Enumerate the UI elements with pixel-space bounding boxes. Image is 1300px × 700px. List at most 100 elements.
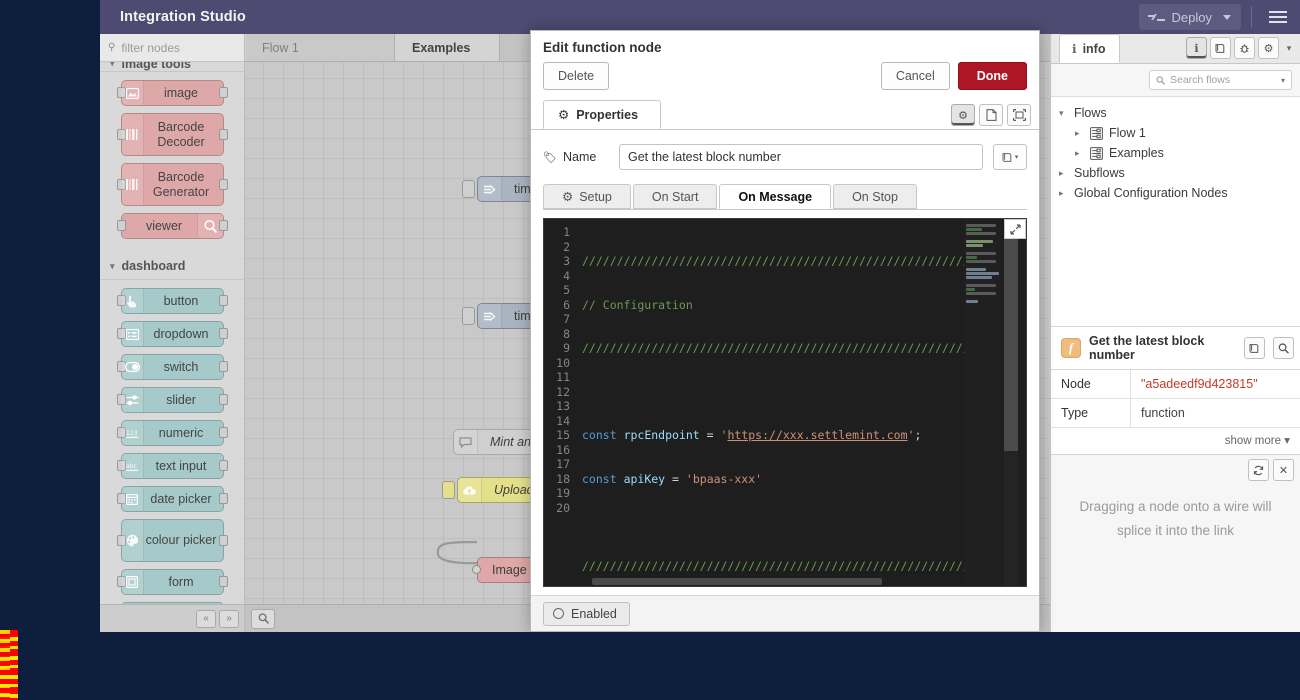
code-tab-on-message[interactable]: On Message (719, 184, 831, 209)
chevron-down-icon[interactable]: ▾ (1282, 43, 1296, 54)
search-icon (1156, 76, 1165, 85)
tree-item-label: Flow 1 (1109, 126, 1146, 140)
inject-arrow-icon (478, 177, 502, 201)
palette-node-date-picker[interactable]: date picker (121, 486, 224, 512)
show-more-button[interactable]: show more ▾ (1051, 428, 1300, 454)
search-icon[interactable] (1273, 337, 1294, 359)
palette-node-slider[interactable]: slider (121, 387, 224, 413)
tree-item-subflows[interactable]: ▸ Subflows (1051, 163, 1300, 183)
deploy-button[interactable]: Deploy (1139, 4, 1241, 30)
search-icon[interactable] (251, 609, 275, 629)
gear-icon[interactable]: ⚙ (1258, 37, 1279, 59)
node-info-title: Get the latest block number (1089, 334, 1236, 362)
done-button[interactable]: Done (958, 62, 1027, 90)
tips-line-1: Dragging a node onto a wire will (1073, 495, 1278, 519)
hamburger-menu-icon[interactable] (1256, 0, 1300, 34)
tips-line-2: splice it into the link (1073, 519, 1278, 543)
palette-node-barcode-decoder[interactable]: Barcode Decoder (121, 113, 224, 156)
document-icon[interactable] (979, 104, 1003, 126)
info-sidebar: ℹ info ℹ ⚙ ▾ (1050, 34, 1300, 632)
palette-node-label: form (147, 575, 198, 589)
gear-icon[interactable]: ⚙ (951, 104, 975, 126)
palette-node-barcode-generator[interactable]: Barcode Generator (121, 163, 224, 206)
tree-item-label: Subflows (1074, 166, 1125, 180)
chevron-right-icon[interactable]: ▸ (1075, 148, 1084, 159)
palette-category-dashboard[interactable]: ▾ dashboard (100, 252, 244, 280)
delete-button[interactable]: Delete (543, 62, 609, 90)
expand-node-icon[interactable] (1007, 104, 1031, 126)
palette-node-viewer[interactable]: viewer (121, 213, 224, 239)
flow-tab-examples[interactable]: Examples (395, 34, 500, 61)
search-flows-input[interactable]: Search flows ▾ (1149, 70, 1292, 90)
barcode-icon (122, 114, 144, 155)
chevrons-down-icon[interactable]: » (219, 610, 239, 628)
bug-icon[interactable] (1234, 37, 1255, 59)
palette-footer: « » (100, 604, 244, 632)
property-value: "a5adeedf9d423815" (1131, 370, 1300, 398)
flow-tab-flow-1[interactable]: Flow 1 (245, 34, 395, 61)
tab-properties[interactable]: ⚙ Properties (543, 100, 661, 129)
editor-hscroll-thumb[interactable] (592, 578, 882, 585)
code-tab-label: On Message (738, 190, 812, 204)
close-icon[interactable]: ✕ (1273, 459, 1294, 481)
chevron-down-icon[interactable]: ▾ (1059, 108, 1068, 119)
header-divider (1251, 6, 1252, 28)
expand-icon[interactable] (1004, 219, 1026, 239)
tree-item-flow-1[interactable]: ▸ Flow 1 (1051, 123, 1300, 143)
node-input-port[interactable] (472, 565, 481, 574)
numeric-icon: 123 (122, 421, 144, 445)
tab-info[interactable]: ℹ info (1059, 34, 1120, 63)
palette-node-form[interactable]: form (121, 569, 224, 595)
editor-minimap[interactable] (964, 219, 1002, 586)
chevrons-up-icon[interactable]: « (196, 610, 216, 628)
palette-node-label: image (142, 86, 202, 100)
node-output-port (219, 427, 228, 438)
name-history-button[interactable]: ▾ (993, 144, 1027, 170)
chevron-right-icon[interactable]: ▸ (1075, 128, 1084, 139)
code-tab-on-start[interactable]: On Start (633, 184, 718, 209)
code-editor[interactable]: 12345678910 11121314151617181920 ///////… (543, 218, 1027, 587)
palette-node-dropdown[interactable]: dropdown (121, 321, 224, 347)
code-tab-on-stop[interactable]: On Stop (833, 184, 917, 209)
book-icon[interactable] (1210, 37, 1231, 59)
flow-tree: ▾ Flows ▸ Flow 1 ▸ (1051, 96, 1300, 326)
book-icon[interactable] (1244, 337, 1265, 359)
palette-node-button[interactable]: button (121, 288, 224, 314)
editor-code-area[interactable]: ////////////////////////////////////////… (582, 219, 964, 586)
palette-category-label: dashboard (122, 259, 186, 273)
palette-filter[interactable]: ⚲ filter nodes (100, 34, 244, 62)
chevron-down-icon[interactable] (1223, 15, 1231, 20)
enabled-toggle[interactable]: Enabled (543, 602, 630, 626)
chevron-right-icon[interactable]: ▸ (1059, 168, 1068, 179)
flow-tab-label: Examples (412, 41, 470, 55)
property-value: function (1131, 399, 1300, 427)
palette-scroll-area[interactable]: ▾ image tools image (100, 62, 244, 604)
code-tab-setup[interactable]: ⚙ Setup (543, 184, 631, 209)
app-header: Integration Studio Deploy (100, 0, 1300, 34)
palette-node-image[interactable]: image (121, 80, 224, 106)
palette-node-numeric[interactable]: 123 numeric (121, 420, 224, 446)
editor-scroll-thumb[interactable] (1004, 219, 1018, 451)
palette-category-image-tools[interactable]: ▾ image tools (100, 62, 244, 72)
inject-button[interactable] (462, 307, 475, 325)
palette-node-label: numeric (137, 426, 207, 440)
chevron-right-icon[interactable]: ▸ (1059, 188, 1068, 199)
cloud-upload-icon (458, 478, 482, 502)
inject-button[interactable] (462, 180, 475, 198)
palette-node-colour-picker[interactable]: colour picker (121, 519, 224, 562)
name-input[interactable] (619, 144, 983, 170)
palette-node-switch[interactable]: switch (121, 354, 224, 380)
tab-info-label: info (1083, 42, 1106, 56)
tree-item-global-config-nodes[interactable]: ▸ Global Configuration Nodes (1051, 183, 1300, 203)
cancel-button[interactable]: Cancel (881, 62, 950, 90)
refresh-icon[interactable] (1248, 459, 1269, 481)
info-icon[interactable]: ℹ (1186, 37, 1207, 59)
code-tab-label: Setup (579, 190, 612, 204)
inject-button[interactable] (442, 481, 455, 499)
chevron-down-icon[interactable]: ▾ (1281, 76, 1285, 85)
tree-item-flows[interactable]: ▾ Flows (1051, 103, 1300, 123)
tree-item-examples[interactable]: ▸ Examples (1051, 143, 1300, 163)
palette-filter-placeholder: filter nodes (121, 41, 180, 55)
chevron-down-icon: ▾ (110, 62, 115, 69)
palette-node-text-input[interactable]: abc text input (121, 453, 224, 479)
